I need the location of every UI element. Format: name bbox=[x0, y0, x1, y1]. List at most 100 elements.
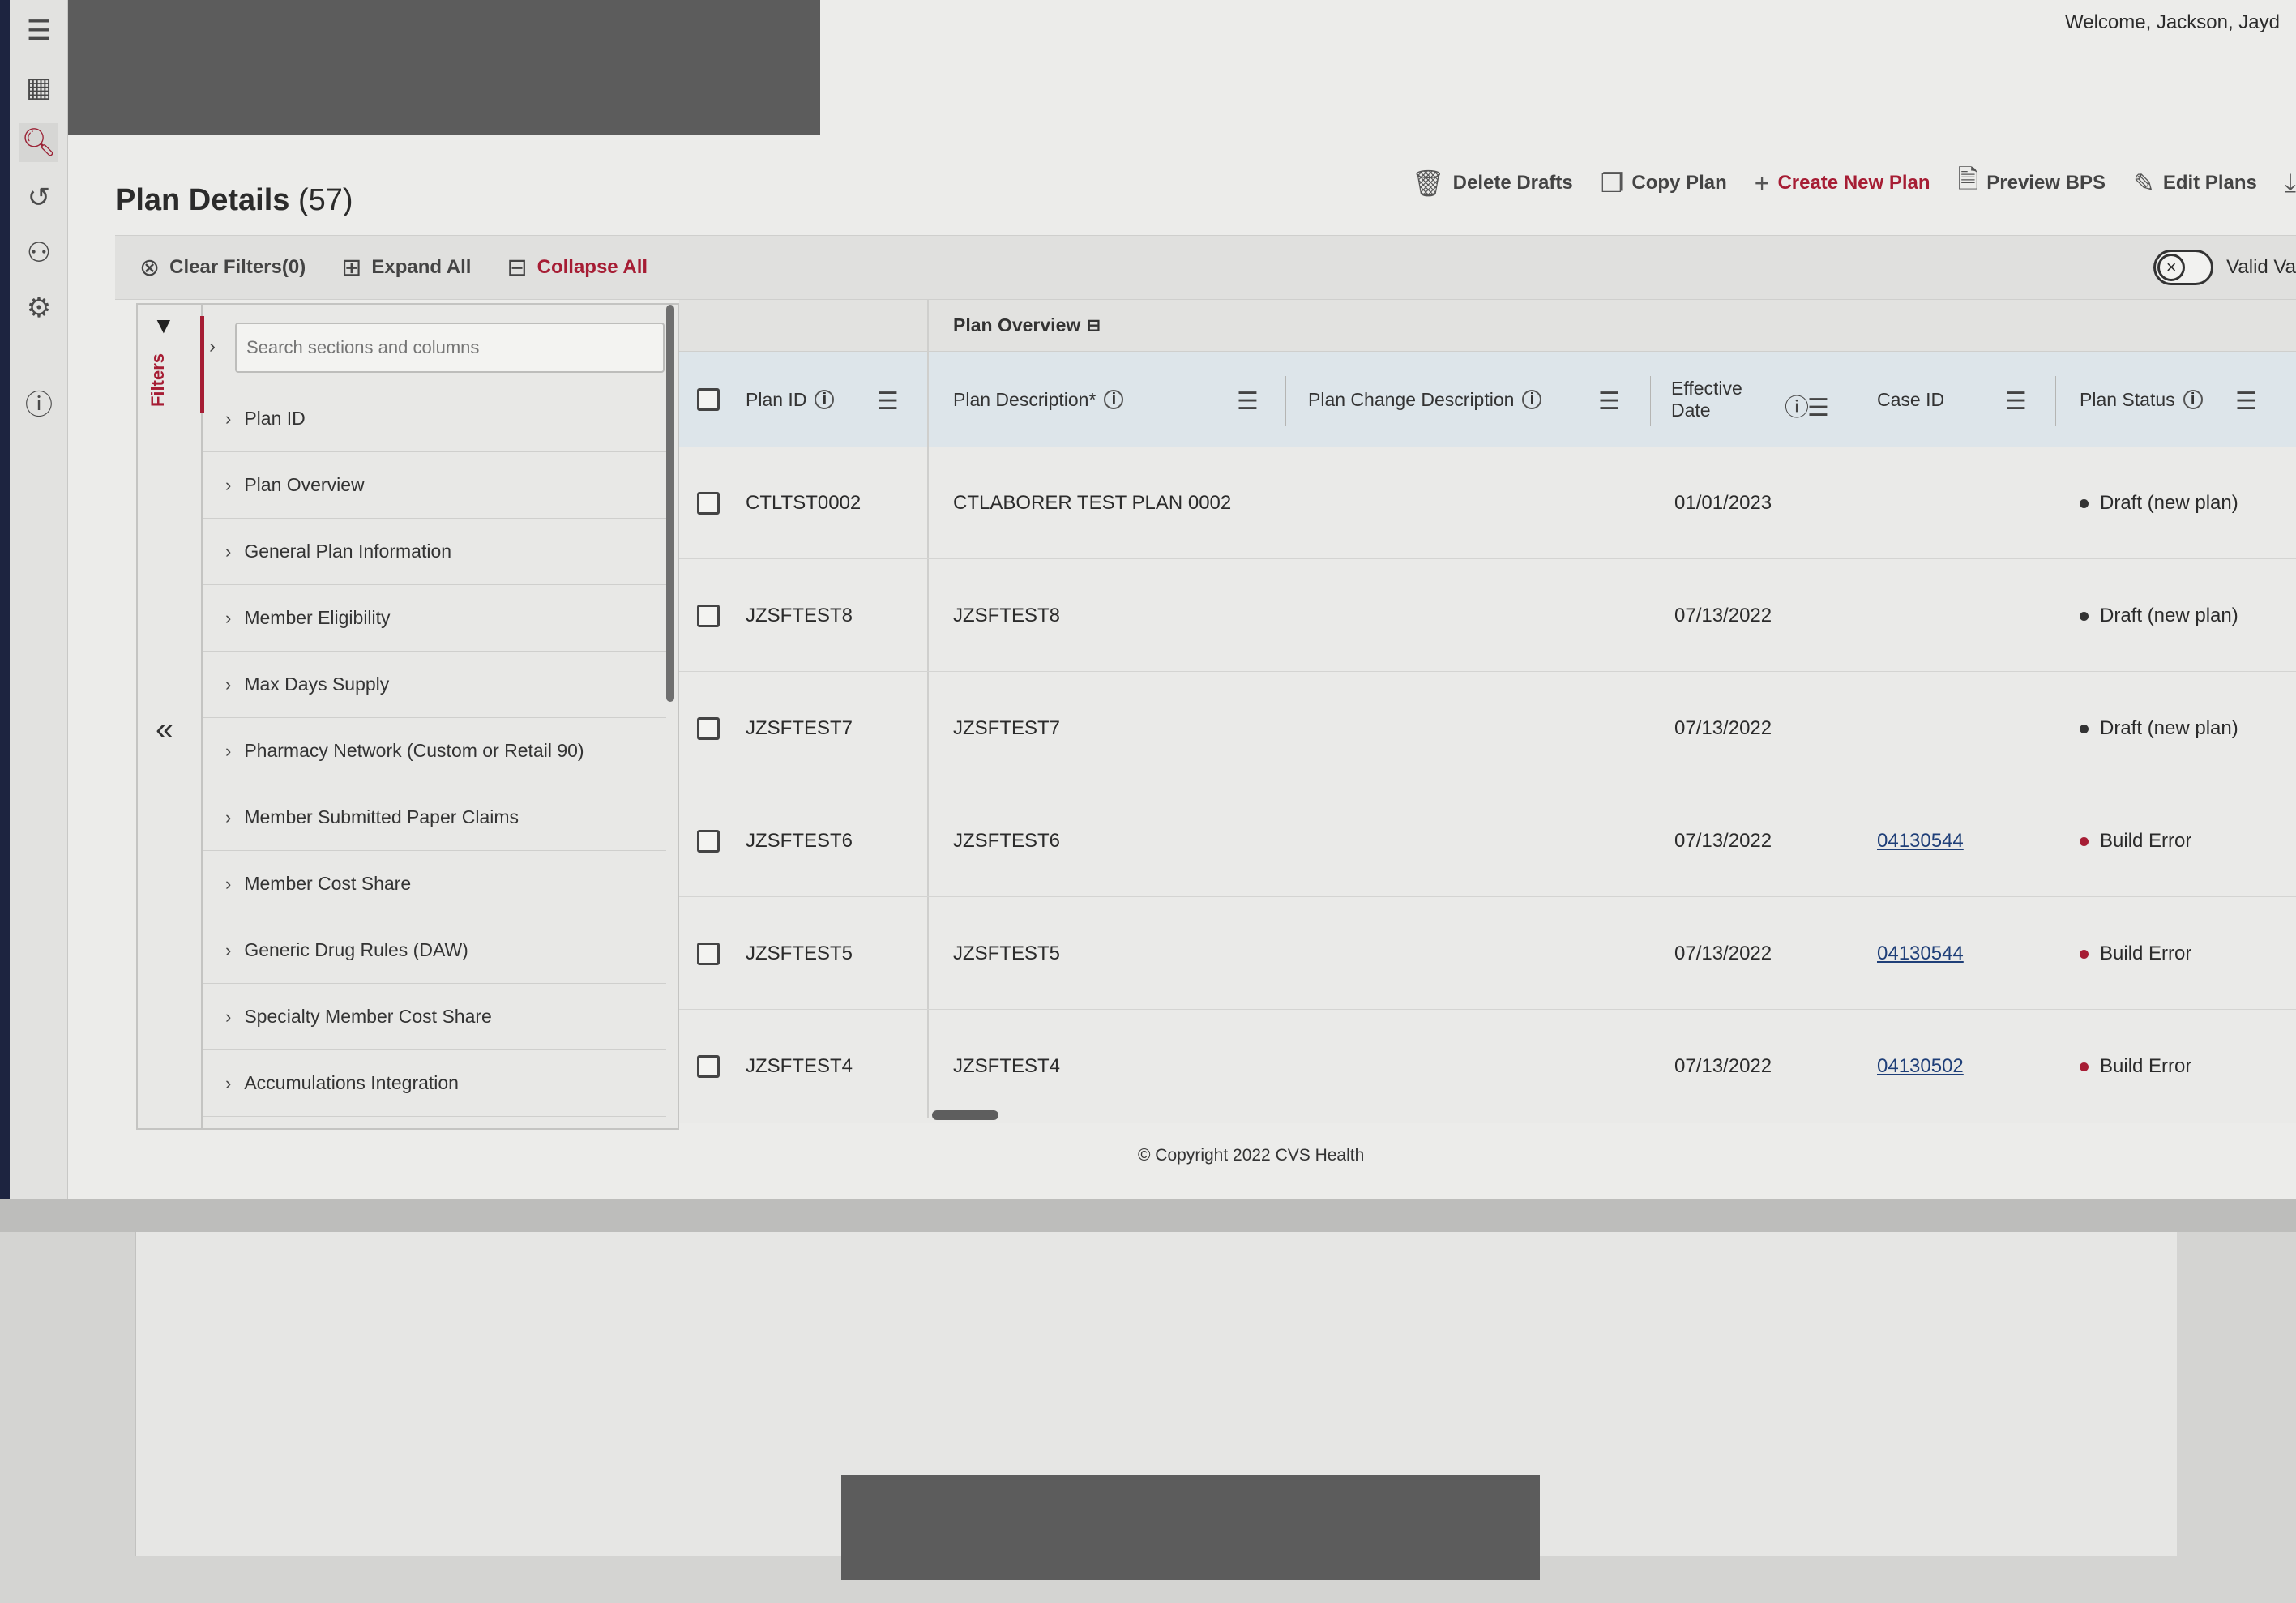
settings-icon[interactable]: ⚙ bbox=[19, 289, 58, 327]
horizontal-scrollbar[interactable] bbox=[932, 1110, 998, 1120]
status-dot-icon bbox=[2080, 1062, 2089, 1071]
table-row[interactable]: JZSFTEST5 JZSFTEST5 07/13/2022 04130544 Buil… bbox=[679, 898, 2296, 1010]
header-plan-change-description-label: Plan Change Description bbox=[1308, 388, 1515, 410]
clear-filters-button[interactable]: ⊗ Clear Filters(0) bbox=[139, 254, 306, 282]
filter-icon[interactable]: ☰ bbox=[1237, 387, 1259, 416]
filter-icon[interactable]: ☰ bbox=[877, 387, 899, 416]
header-plan-status[interactable]: Plan Status i bbox=[2080, 352, 2203, 447]
header-plan-change-description[interactable]: Plan Change Description i bbox=[1308, 352, 1542, 447]
create-new-plan-label: Create New Plan bbox=[1777, 172, 1930, 194]
plan-grid: Plan Overview ⊟ Plan ID i ☰ Plan Descrip… bbox=[679, 300, 2296, 1123]
section-item[interactable]: › Member Eligibility bbox=[203, 585, 666, 652]
table-row[interactable]: JZSFTEST8 JZSFTEST8 07/13/2022 Draft (new p… bbox=[679, 560, 2296, 672]
cell-plan-status: Draft (new plan) bbox=[2080, 447, 2238, 559]
section-item[interactable]: › Plan ID bbox=[203, 386, 666, 452]
filter-icon[interactable]: ☰ bbox=[2005, 387, 2027, 416]
table-row[interactable]: JZSFTEST4 JZSFTEST4 07/13/2022 04130502 Buil… bbox=[679, 1011, 2296, 1122]
filters-tab-label[interactable]: Filters bbox=[148, 353, 169, 407]
header-plan-status-label: Plan Status bbox=[2080, 388, 2175, 410]
collapse-all-button[interactable]: ⊟ Collapse All bbox=[507, 254, 648, 282]
panel-scrollbar[interactable] bbox=[666, 305, 674, 702]
section-item[interactable]: › Plan Overview bbox=[203, 452, 666, 519]
column-group-plan-overview[interactable]: Plan Overview ⊟ bbox=[953, 314, 1101, 336]
info-icon[interactable]: i bbox=[1522, 390, 1542, 409]
section-item-label: Plan Overview bbox=[244, 474, 365, 495]
section-item[interactable]: › Pharmacy Network (Custom or Retail 90) bbox=[203, 718, 666, 784]
collapse-panel-icon[interactable]: « bbox=[156, 712, 173, 748]
download-button[interactable]: ⤓ bbox=[2285, 168, 2296, 199]
cell-effective-date: 07/13/2022 bbox=[1674, 605, 1772, 626]
header-effective-date[interactable]: Effective Date bbox=[1671, 352, 1742, 447]
section-item[interactable]: › Max Days Supply bbox=[203, 652, 666, 718]
cell-case-id[interactable]: 04130544 bbox=[1877, 785, 1964, 897]
row-checkbox[interactable] bbox=[697, 943, 720, 965]
status-label: Draft (new plan) bbox=[2100, 492, 2238, 514]
section-item-label: Max Days Supply bbox=[244, 673, 390, 695]
edit-plans-button[interactable]: ✎ Edit Plans bbox=[2133, 168, 2257, 199]
table-row[interactable]: JZSFTEST7 JZSFTEST7 07/13/2022 Draft (new p… bbox=[679, 673, 2296, 784]
filter-icon[interactable]: ☰ bbox=[2235, 387, 2257, 416]
row-checkbox[interactable] bbox=[697, 717, 720, 740]
section-search-input[interactable] bbox=[246, 337, 663, 358]
chevron-right-icon[interactable]: › bbox=[209, 336, 216, 358]
section-item[interactable]: › Member Cost Share bbox=[203, 851, 666, 917]
delete-drafts-button[interactable]: 🗑︎ Delete Drafts bbox=[1412, 168, 1573, 199]
table-row[interactable]: CTLTST0002 CTLABORER TEST PLAN 0002 01/01/… bbox=[679, 447, 2296, 559]
copy-icon: ❐ bbox=[1600, 169, 1624, 198]
header-plan-id[interactable]: Plan ID i bbox=[746, 352, 835, 447]
info-icon[interactable]: i bbox=[1104, 390, 1124, 409]
expand-all-button[interactable]: ⊞ Expand All bbox=[341, 254, 471, 282]
pencil-icon: ✎ bbox=[2133, 169, 2155, 198]
section-item[interactable]: › Generic Drug Rules (DAW) bbox=[203, 917, 666, 984]
chevron-right-icon: › bbox=[225, 607, 232, 628]
cell-case-id[interactable]: 04130502 bbox=[1877, 1011, 1964, 1122]
header-plan-description[interactable]: Plan Description* i bbox=[953, 352, 1124, 447]
row-checkbox[interactable] bbox=[697, 605, 720, 627]
chevron-right-icon: › bbox=[225, 939, 232, 960]
filter-icon[interactable]: ☰ bbox=[1598, 387, 1620, 416]
section-item[interactable]: › Accumulations Integration bbox=[203, 1050, 666, 1117]
status-dot-icon bbox=[2080, 836, 2089, 846]
cell-plan-status: Build Error bbox=[2080, 1011, 2191, 1122]
chevron-right-icon: › bbox=[225, 474, 232, 495]
table-row[interactable]: JZSFTEST6 JZSFTEST6 07/13/2022 04130544 Buil… bbox=[679, 785, 2296, 897]
section-item[interactable]: › General Plan Information bbox=[203, 519, 666, 585]
user-management-icon[interactable]: ⚇ bbox=[19, 233, 58, 272]
funnel-icon[interactable]: ▼ bbox=[152, 313, 175, 339]
select-all-cell bbox=[697, 352, 720, 447]
section-item[interactable]: › Member Submitted Paper Claims bbox=[203, 784, 666, 851]
copy-plan-button[interactable]: ❐ Copy Plan bbox=[1601, 168, 1727, 199]
status-label: Build Error bbox=[2100, 830, 2192, 852]
header-effective-date-line2: Date bbox=[1671, 400, 1711, 421]
cell-plan-status: Draft (new plan) bbox=[2080, 560, 2238, 672]
header-case-id[interactable]: Case ID bbox=[1877, 352, 1944, 447]
select-all-checkbox[interactable] bbox=[697, 388, 720, 411]
section-item[interactable]: › Specialty Member Cost Share bbox=[203, 984, 666, 1050]
filter-bar: ⊗ Clear Filters(0) ⊞ Expand All ⊟ Collap… bbox=[115, 235, 2296, 300]
cell-case-id[interactable]: 04130544 bbox=[1877, 898, 1964, 1010]
dashboard-icon[interactable]: ▦ bbox=[19, 68, 58, 107]
collapse-group-icon[interactable]: ⊟ bbox=[1087, 315, 1101, 336]
edit-plans-label: Edit Plans bbox=[2162, 172, 2257, 194]
row-checkbox[interactable] bbox=[697, 830, 720, 853]
history-icon[interactable]: ↺ bbox=[19, 178, 58, 217]
chevron-right-icon: › bbox=[225, 541, 232, 562]
redacted-region bbox=[68, 0, 820, 135]
cell-plan-description: JZSFTEST7 bbox=[953, 717, 1061, 739]
status-label: Draft (new plan) bbox=[2100, 717, 2238, 739]
status-dot-icon bbox=[2080, 724, 2089, 733]
row-select-cell bbox=[697, 1011, 720, 1122]
row-checkbox[interactable] bbox=[697, 1055, 720, 1078]
info-icon[interactable]: i bbox=[2183, 390, 2203, 409]
menu-icon[interactable]: ☰ bbox=[19, 11, 58, 50]
plan-search-icon[interactable]: 🔍︎ bbox=[19, 123, 58, 162]
cell-plan-status: Build Error bbox=[2080, 898, 2191, 1010]
cell-plan-status: Draft (new plan) bbox=[2080, 673, 2238, 784]
row-checkbox[interactable] bbox=[697, 492, 720, 515]
preview-bps-button[interactable]: 🗎︎ Preview BPS bbox=[1958, 161, 2106, 205]
valid-values-toggle[interactable]: × bbox=[2153, 250, 2214, 285]
help-icon[interactable]: ⓘ bbox=[19, 383, 58, 421]
create-new-plan-button[interactable]: + Create New Plan bbox=[1755, 169, 1930, 199]
info-icon[interactable]: i bbox=[815, 390, 835, 409]
filter-icon[interactable]: ⓘ☰ bbox=[1785, 387, 1829, 423]
